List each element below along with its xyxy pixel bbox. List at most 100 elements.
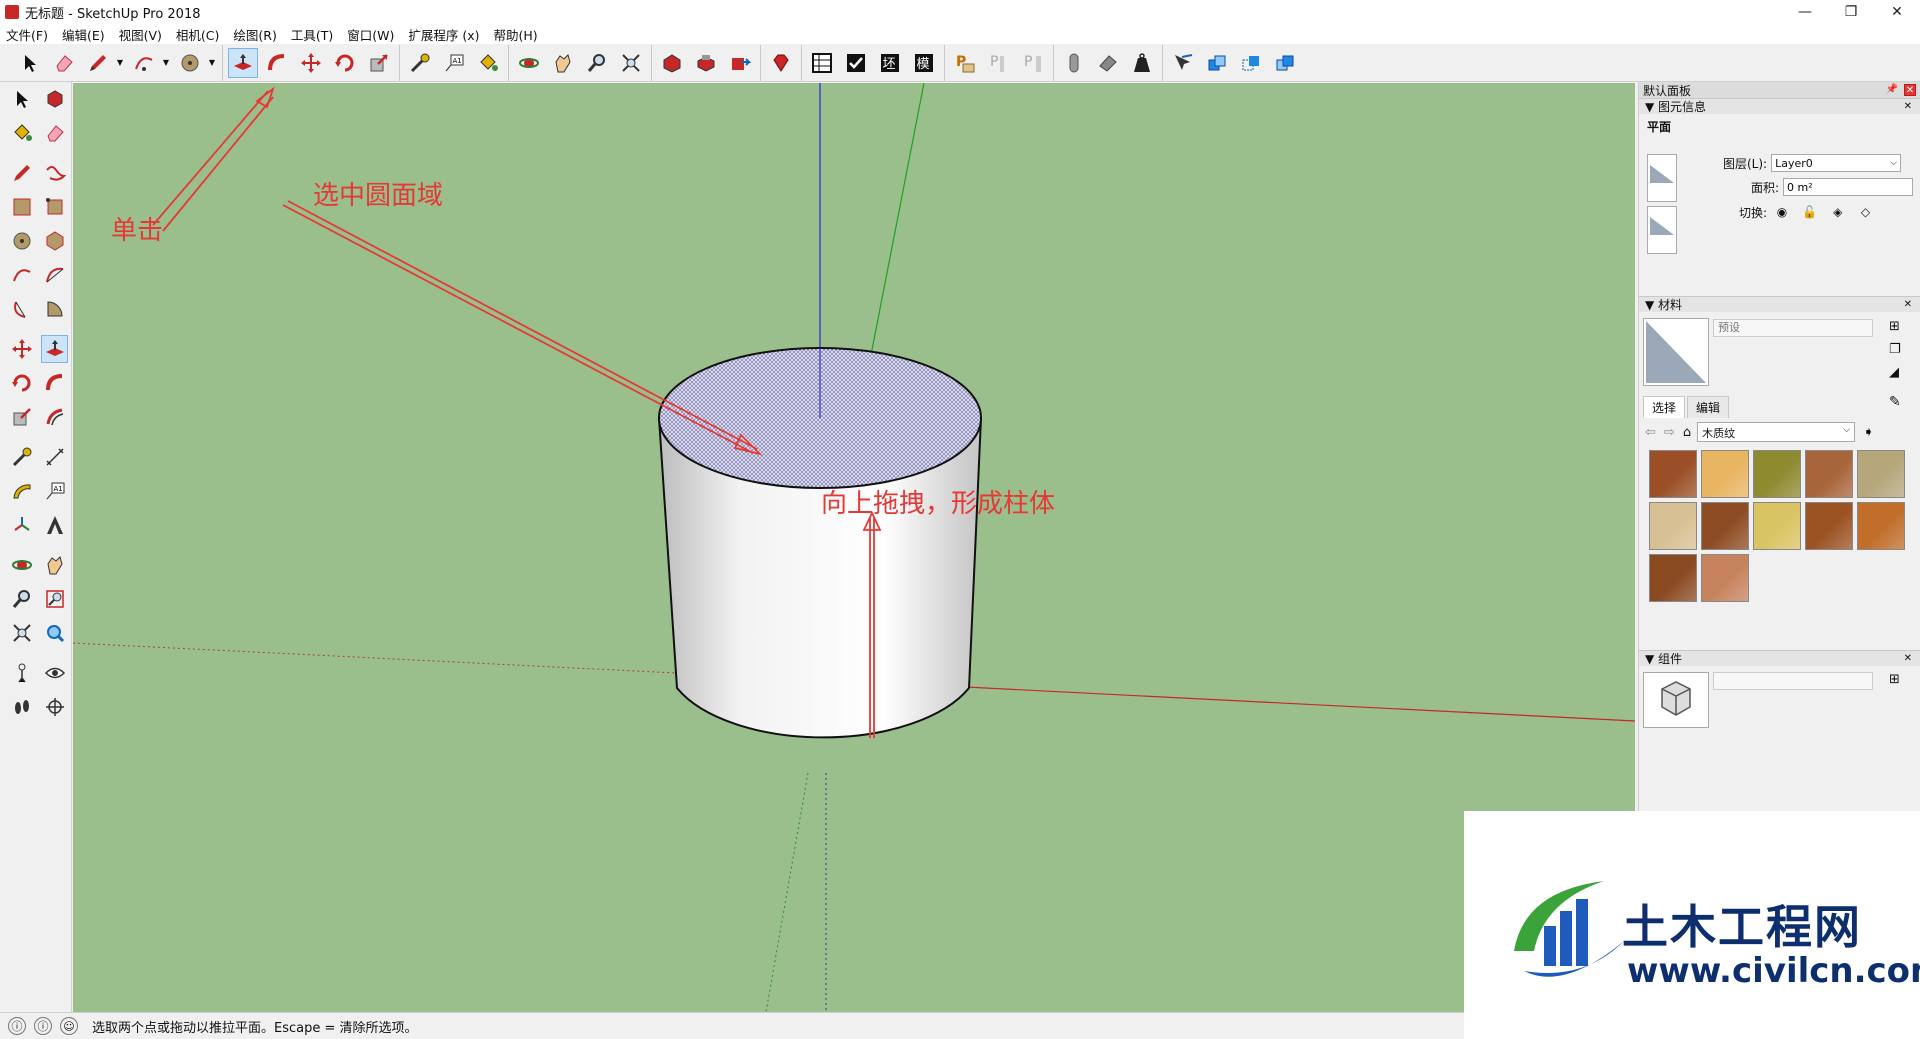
material-swatch[interactable] [1753,450,1801,498]
push-pull-tool-button[interactable] [228,47,258,78]
tab-select[interactable]: 选择 [1643,396,1686,418]
left-push-pull-button[interactable] [41,335,68,363]
geo-location-icon[interactable]: ⓘ [8,1017,26,1035]
menu-camera[interactable]: 相机(C) [176,25,219,44]
minimize-button[interactable]: — [1782,0,1828,24]
material-swatch[interactable] [1649,502,1697,550]
solid-button[interactable] [1059,48,1089,78]
zoom-tool-button[interactable] [582,48,612,78]
tape-measure-tool-button[interactable] [405,48,435,78]
component-name-field[interactable] [1713,672,1873,690]
area-field[interactable] [1783,178,1914,196]
left-3d-text-button[interactable] [41,511,68,539]
share-model-button[interactable] [725,48,755,78]
check-button[interactable] [841,48,871,78]
left-follow-me-button[interactable] [41,369,68,397]
left-look-around-button[interactable] [41,659,68,687]
left-paint-button[interactable] [8,119,35,147]
forward-arrow-icon[interactable]: ⇨ [1664,425,1675,440]
library-select[interactable]: 木质纹 ⌵ [1697,422,1856,442]
cast-shadows-icon[interactable]: ◇ [1857,205,1875,221]
sandbox-button[interactable]: P [984,48,1014,78]
follow-me-tool-button[interactable] [262,48,292,78]
material-name-field[interactable] [1713,319,1873,337]
sandbox-2-button[interactable]: P [1018,48,1048,78]
zoom-extents-tool-button[interactable] [616,48,646,78]
arc-dropdown[interactable]: ▼ [161,48,171,78]
left-zoom-extents-button[interactable] [8,619,35,647]
left-pan-button[interactable] [41,551,68,579]
components-header[interactable]: ▼ 组件 ✕ [1639,650,1920,666]
left-previous-view-button[interactable] [41,619,68,647]
menu-view[interactable]: 视图(V) [119,25,162,44]
eraser-2-button[interactable] [1093,48,1123,78]
receive-shadows-icon[interactable]: ◈ [1829,205,1847,221]
left-2pt-arc-button[interactable] [41,261,68,289]
left-tape-button[interactable] [8,443,35,471]
visibility-eye-icon[interactable]: ◉ [1773,205,1791,221]
left-arc-button[interactable] [8,261,35,289]
left-rotated-rectangle-button[interactable] [41,193,68,221]
model-button[interactable]: 模 [909,48,939,78]
warehouse-button[interactable] [657,48,687,78]
left-axes-button[interactable] [8,511,35,539]
material-swatch[interactable] [1701,450,1749,498]
material-swatch[interactable] [1701,554,1749,602]
material-swatch[interactable] [1701,502,1749,550]
subtract-button[interactable] [1236,48,1266,78]
close-materials-icon[interactable]: ✕ [1904,299,1912,310]
pencil-tool-button[interactable] [83,48,113,78]
select-tool-button[interactable] [15,48,45,78]
weight-button[interactable] [1127,48,1157,78]
eyedropper-icon[interactable]: ✎ [1889,394,1901,410]
close-components-icon[interactable]: ✕ [1904,653,1912,664]
close-entity-info-icon[interactable]: ✕ [1904,101,1912,112]
left-text-button[interactable]: A1 [41,477,68,505]
pin-icon[interactable]: 📌 [1886,84,1898,96]
back-material-thumb[interactable] [1647,206,1677,254]
left-circle-button[interactable] [8,227,35,255]
tab-edit[interactable]: 编辑 [1687,396,1730,418]
model-viewport[interactable]: 单击 选中圆面域 向上拖拽，形成柱体 [73,83,1635,1012]
left-move-button[interactable] [8,335,35,363]
menu-edit[interactable]: 编辑(E) [62,25,105,44]
left-orbit-button[interactable] [8,551,35,579]
left-3pt-arc-button[interactable] [8,295,35,323]
details-arrow-icon[interactable]: ➧ [1863,425,1874,440]
material-swatch[interactable] [1857,450,1905,498]
left-polygon-button[interactable] [41,227,68,255]
material-swatch[interactable] [1857,502,1905,550]
material-swatch[interactable] [1649,554,1697,602]
left-eraser-button[interactable] [41,119,68,147]
left-pie-button[interactable] [41,295,68,323]
intersect-button[interactable] [1168,48,1198,78]
circle-tool-button[interactable] [175,48,205,78]
left-line-button[interactable] [8,159,35,187]
back-arrow-icon[interactable]: ⇦ [1645,425,1656,440]
pan-tool-button[interactable] [548,48,578,78]
layer-select[interactable]: Layer0 ⌵ [1771,154,1902,172]
section-button[interactable]: 坯 [875,48,905,78]
left-position-camera-button[interactable] [8,659,35,687]
extension-warehouse-button[interactable] [691,48,721,78]
left-rectangle-button[interactable] [8,193,35,221]
left-zoom-button[interactable] [8,585,35,613]
pencil-dropdown[interactable]: ▼ [115,48,125,78]
user-icon[interactable]: ☺ [60,1017,78,1035]
scale-tool-button[interactable] [364,48,394,78]
layout-button[interactable]: P [950,48,980,78]
left-freehand-button[interactable] [41,159,68,187]
material-swatch[interactable] [1753,502,1801,550]
left-select-button[interactable] [8,85,35,113]
close-button[interactable]: ✕ [1874,0,1920,24]
paint-bucket-tool-button[interactable] [473,48,503,78]
union-button[interactable] [1202,48,1232,78]
orbit-tool-button[interactable] [514,48,544,78]
front-material-thumb[interactable] [1647,154,1677,202]
component-add-icon[interactable]: ⊞ [1889,672,1900,687]
left-rotate-button[interactable] [8,369,35,397]
material-swatch[interactable] [1649,450,1697,498]
arc-tool-button[interactable] [129,48,159,78]
table-button[interactable] [807,48,837,78]
rotate-tool-button[interactable] [330,48,360,78]
